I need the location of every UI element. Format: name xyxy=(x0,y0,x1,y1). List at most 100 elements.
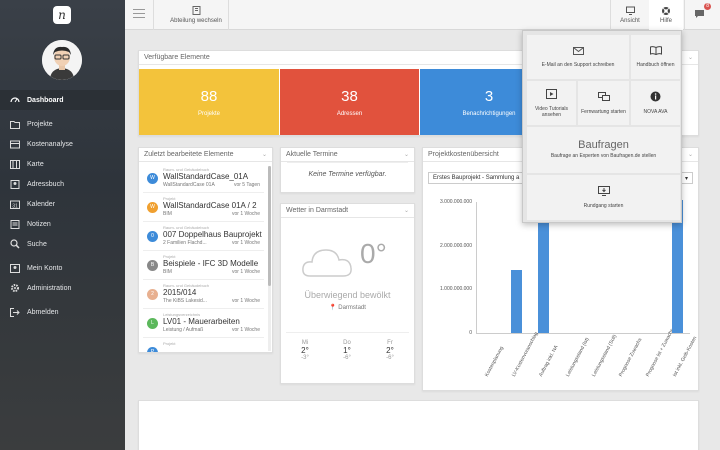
chevron-down-icon[interactable]: ⌄ xyxy=(688,54,693,61)
sidebar-item-abmelden[interactable]: Abmelden xyxy=(0,302,125,322)
item-subtitle: The KiBS Lakesid... xyxy=(163,298,207,304)
appointments-panel: Aktuelle Termine ⌄ Keine Termine verfügba… xyxy=(280,147,415,193)
sidebar-item-mein-konto[interactable]: Mein Konto xyxy=(0,258,125,278)
switch-department-label: Abteilung wechseln xyxy=(170,18,222,24)
switch-department-button[interactable]: Abteilung wechseln xyxy=(165,0,227,30)
play-video-icon xyxy=(546,88,557,101)
account-icon xyxy=(10,263,20,273)
item-badge: B xyxy=(147,260,158,271)
tour-item[interactable]: Rundgang starten xyxy=(527,175,680,220)
item-title: WallStandardCase 01A / 2 xyxy=(163,201,257,210)
calendar-icon: 31 xyxy=(10,199,20,209)
list-item[interactable]: W Raum- und Gebäudebuch WallStandardCase… xyxy=(143,164,264,193)
monitor-icon xyxy=(625,6,635,16)
sidebar-item-adressbuch[interactable]: Adressbuch xyxy=(0,174,125,194)
sidebar-item-label: Notizen xyxy=(27,220,51,228)
avatar[interactable] xyxy=(42,40,82,80)
item-time: vor 1 Woche xyxy=(232,298,260,304)
bar[interactable] xyxy=(511,269,523,333)
item-subtitle: WallStandardCase 01A xyxy=(163,182,215,188)
item-category: Projekt xyxy=(163,341,176,346)
sidebar-item-administration[interactable]: Administration xyxy=(0,278,125,298)
tile-adressen[interactable]: 38 Adressen xyxy=(280,69,419,135)
divider xyxy=(153,0,154,30)
email-support-item[interactable]: E-Mail an den Support schreiben xyxy=(527,35,629,79)
forecast-high: 2° xyxy=(386,346,394,355)
nova-ava-label: NOVA AVA xyxy=(643,109,668,115)
app-logo[interactable]: n xyxy=(53,6,71,24)
sidebar-item-suche[interactable]: Suche xyxy=(0,234,125,254)
item-time: vor 1 Woche xyxy=(232,269,260,275)
list-item[interactable]: 2 Raum- und Gebäudebuch 2015/014 The KiB… xyxy=(143,280,264,309)
sidebar-item-kostenanalyse[interactable]: Kostenanalyse xyxy=(0,134,125,154)
baufragen-item[interactable]: Baufragen Baufrage an Experten von Baufr… xyxy=(527,127,680,173)
list-item[interactable]: W Projekt WallStandardCase 01A / 2 BIM vo… xyxy=(143,193,264,222)
video-tutorials-item[interactable]: Video Tutorials ansehen xyxy=(527,81,576,125)
view-button[interactable]: Ansicht xyxy=(613,0,647,30)
sidebar-item-karte[interactable]: Karte xyxy=(0,154,125,174)
envelope-icon xyxy=(572,46,584,57)
item-badge: 2 xyxy=(147,289,158,300)
list-item[interactable]: L Leistungsverzeichnis LV01 - Mauerarbei… xyxy=(143,309,264,338)
nova-ava-item[interactable]: NOVA AVA xyxy=(631,81,680,125)
tile-value: 3 xyxy=(484,87,494,105)
forecast-high: 1° xyxy=(343,346,351,355)
topbar: Abteilung wechseln Ansicht Hilfe 8 xyxy=(125,0,720,30)
sidebar-item-dashboard[interactable]: Dashboard xyxy=(0,90,125,110)
tile-label: Adressen xyxy=(336,110,363,117)
screen-download-icon xyxy=(597,186,610,198)
location-label: Darmstadt xyxy=(338,305,366,311)
item-badge: W xyxy=(147,202,158,213)
caret-down-icon: ▾ xyxy=(684,176,688,182)
sidebar-item-label: Abmelden xyxy=(27,308,59,316)
chat-bubble-icon xyxy=(694,9,705,21)
list-item[interactable]: 0 Raum- und Gebäudebuch 007 Doppelhaus B… xyxy=(143,222,264,251)
help-button[interactable]: Hilfe xyxy=(649,0,683,30)
chevron-down-icon[interactable]: ⌄ xyxy=(688,151,693,158)
weather-description: Überwiegend bewölkt xyxy=(304,290,391,300)
divider xyxy=(286,332,409,333)
chevron-down-icon[interactable]: ⌄ xyxy=(404,207,409,214)
chevron-down-icon[interactable]: ⌄ xyxy=(404,151,409,158)
sidebar-item-notizen[interactable]: Notizen xyxy=(0,214,125,234)
email-support-label: E-Mail an den Support schreiben xyxy=(541,61,615,68)
remote-screens-icon xyxy=(597,91,610,104)
sidebar-item-label: Adressbuch xyxy=(27,180,64,188)
divider xyxy=(228,0,229,30)
sidebar: n Dashboard Projekte Kostenanalyse Karte xyxy=(0,0,125,450)
sidebar-item-label: Projekte xyxy=(27,120,53,128)
map-pin-icon: 📍 xyxy=(329,305,337,311)
y-tick-label: 3.000.000.000 xyxy=(440,199,472,205)
cloud-icon xyxy=(300,240,355,282)
sidebar-item-label: Mein Konto xyxy=(27,264,63,272)
list-item[interactable]: P Projekt xyxy=(143,338,264,352)
sidebar-item-label: Karte xyxy=(27,160,44,168)
divider xyxy=(684,0,685,30)
menu-toggle-icon[interactable] xyxy=(133,9,145,19)
item-badge: 0 xyxy=(147,231,158,242)
help-label: Hilfe xyxy=(659,18,672,24)
list-item[interactable]: B Projekt Beispiele - IFC 3D Modelle BIM… xyxy=(143,251,264,280)
item-title: LV01 - Mauerarbeiten xyxy=(163,317,240,326)
note-icon xyxy=(10,219,20,229)
tour-label: Rundgang starten xyxy=(583,203,624,209)
y-axis-line xyxy=(476,202,477,333)
chevron-down-icon[interactable]: ⌄ xyxy=(262,151,267,158)
divider xyxy=(610,0,611,30)
notifications-button[interactable]: 8 xyxy=(687,0,711,30)
manual-item[interactable]: Handbuch öffnen xyxy=(631,35,680,79)
scrollbar[interactable] xyxy=(268,166,271,351)
forecast-low: -3° xyxy=(301,355,309,361)
item-title: 2015/014 xyxy=(163,288,197,297)
tile-projekte[interactable]: 88 Projekte xyxy=(139,69,279,135)
forecast-day: Mi 2° -3° xyxy=(290,340,320,361)
lifebuoy-icon xyxy=(661,6,671,16)
remote-support-item[interactable]: Fernwartung starten xyxy=(578,81,629,125)
project-select-value: Erstes Bauprojekt - Sammlung a xyxy=(433,175,520,181)
folder-icon xyxy=(10,119,20,129)
weather-location: 📍 Darmstadt xyxy=(280,304,415,311)
bottom-panel xyxy=(138,400,699,450)
sidebar-item-kalender[interactable]: 31 Kalender xyxy=(0,194,125,214)
sidebar-item-projekte[interactable]: Projekte xyxy=(0,114,125,134)
panel-title: Projektkostenübersicht xyxy=(428,151,499,158)
